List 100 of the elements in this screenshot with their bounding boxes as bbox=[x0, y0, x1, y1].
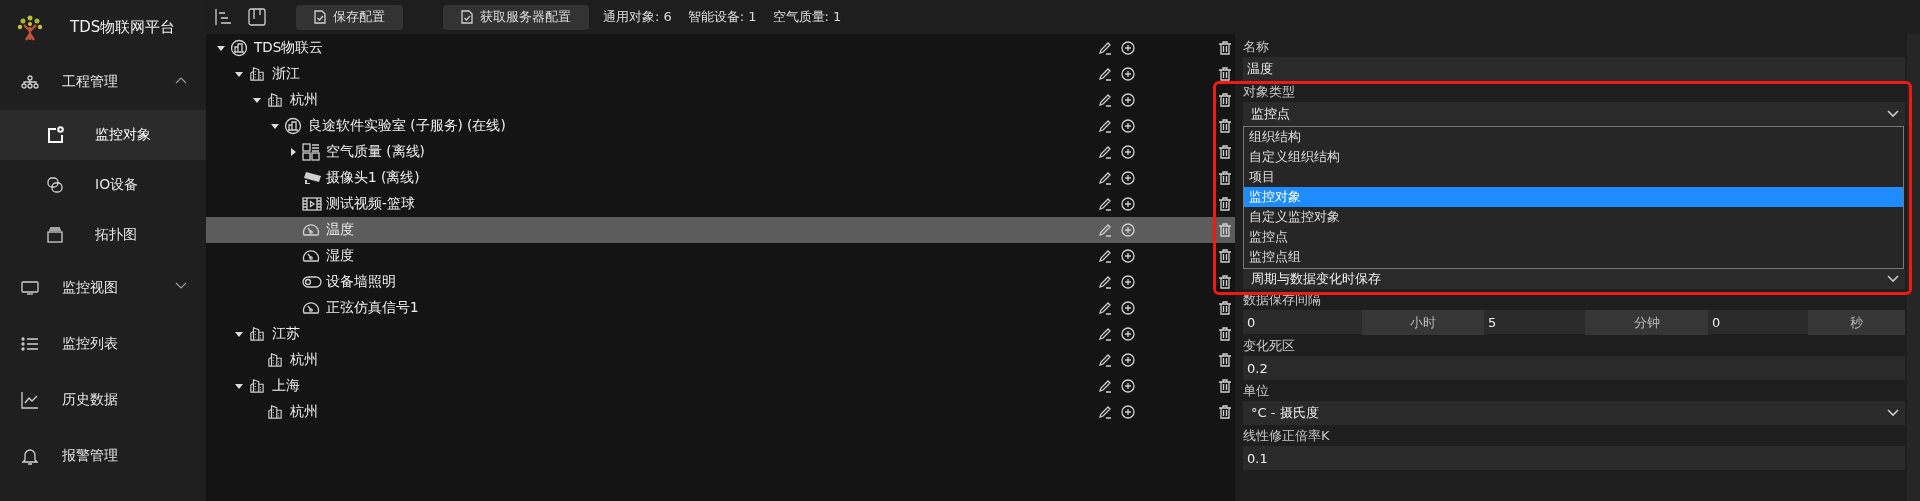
tree-row[interactable]: TDS物联云 bbox=[206, 35, 1235, 61]
pencil-icon bbox=[1098, 353, 1112, 367]
delete-button[interactable] bbox=[1218, 405, 1232, 419]
add-button[interactable] bbox=[1121, 301, 1135, 315]
tree-logo-icon bbox=[16, 13, 44, 41]
delete-button[interactable] bbox=[1218, 379, 1232, 393]
add-button[interactable] bbox=[1121, 353, 1135, 367]
dropdown-option[interactable]: 组织结构 bbox=[1244, 127, 1903, 147]
add-icon bbox=[1121, 223, 1135, 237]
tree-row[interactable]: 空气质量 (离线) bbox=[206, 139, 1235, 165]
edit-button[interactable] bbox=[1098, 249, 1112, 263]
tree-row[interactable]: 杭州 bbox=[206, 87, 1235, 113]
gauge-icon bbox=[302, 300, 320, 316]
sidebar-item[interactable]: 拓扑图 bbox=[0, 210, 206, 260]
delete-button[interactable] bbox=[1218, 353, 1232, 367]
edit-button[interactable] bbox=[1098, 275, 1112, 289]
delete-button[interactable] bbox=[1218, 327, 1232, 341]
node-label: 测试视频-篮球 bbox=[326, 195, 415, 211]
number-field[interactable]: 0 bbox=[1243, 310, 1362, 334]
node-label: TDS物联云 bbox=[254, 39, 324, 55]
delete-button[interactable] bbox=[1218, 275, 1232, 289]
add-button[interactable] bbox=[1121, 249, 1135, 263]
sidebar-item[interactable]: IO设备 bbox=[0, 160, 206, 210]
add-button[interactable] bbox=[1121, 275, 1135, 289]
add-icon bbox=[1121, 405, 1135, 419]
edit-button[interactable] bbox=[1098, 93, 1112, 107]
delete-button[interactable] bbox=[1218, 119, 1232, 133]
add-button[interactable] bbox=[1121, 145, 1135, 159]
add-button[interactable] bbox=[1121, 67, 1135, 81]
pencil-icon bbox=[1098, 275, 1112, 289]
number-field[interactable]: 5 bbox=[1484, 310, 1585, 334]
tree-row[interactable]: 浙江 bbox=[206, 61, 1235, 87]
dropdown-option[interactable]: 监控点组 bbox=[1244, 247, 1903, 267]
pencil-icon bbox=[1098, 223, 1112, 237]
tree-row[interactable]: 江苏 bbox=[206, 321, 1235, 347]
pencil-icon bbox=[1098, 301, 1112, 315]
sidebar-item[interactable]: 历史数据 bbox=[0, 372, 206, 428]
tree-row[interactable]: 测试视频-篮球 bbox=[206, 191, 1235, 217]
delete-button[interactable] bbox=[1218, 41, 1232, 55]
dropdown-option[interactable]: 监控点 bbox=[1244, 227, 1903, 247]
delete-button[interactable] bbox=[1218, 171, 1232, 185]
buildings-icon bbox=[266, 91, 284, 109]
tree-row[interactable]: 良途软件实验室 (子服务) (在线) bbox=[206, 113, 1235, 139]
delete-button[interactable] bbox=[1218, 145, 1232, 159]
dropdown-field[interactable]: 周期与数据变化时保存 bbox=[1243, 269, 1905, 289]
add-button[interactable] bbox=[1121, 41, 1135, 55]
sidebar-item[interactable]: 报警管理 bbox=[0, 428, 206, 484]
trash-icon bbox=[1218, 275, 1232, 289]
tree-row[interactable]: 湿度 bbox=[206, 243, 1235, 269]
edit-button[interactable] bbox=[1098, 145, 1112, 159]
edit-button[interactable] bbox=[1098, 301, 1112, 315]
edit-button[interactable] bbox=[1098, 353, 1112, 367]
edit-button[interactable] bbox=[1098, 405, 1112, 419]
sidebar-item[interactable]: 监控对象 bbox=[0, 110, 206, 160]
text-field[interactable]: 0.1 bbox=[1243, 446, 1905, 470]
sidebar-item[interactable]: 监控列表 bbox=[0, 316, 206, 372]
add-button[interactable] bbox=[1121, 327, 1135, 341]
number-field[interactable]: 0 bbox=[1708, 310, 1808, 334]
add-button[interactable] bbox=[1121, 93, 1135, 107]
tree-row[interactable]: 摄像头1 (离线) bbox=[206, 165, 1235, 191]
camera-icon bbox=[302, 169, 322, 187]
dropdown-field[interactable]: 监控点 bbox=[1243, 102, 1905, 126]
add-button[interactable] bbox=[1121, 197, 1135, 211]
sidebar-item[interactable]: 监控视图 bbox=[0, 260, 206, 316]
sidebar-item[interactable]: 工程管理 bbox=[0, 54, 206, 110]
buildings-icon bbox=[266, 403, 284, 421]
dropdown-option[interactable]: 自定义组织结构 bbox=[1244, 147, 1903, 167]
trash-icon bbox=[1218, 67, 1232, 81]
tree-row[interactable]: 正弦仿真信号1 bbox=[206, 295, 1235, 321]
edit-button[interactable] bbox=[1098, 67, 1112, 81]
delete-button[interactable] bbox=[1218, 93, 1232, 107]
add-icon bbox=[1121, 379, 1135, 393]
add-button[interactable] bbox=[1121, 171, 1135, 185]
dropdown-option[interactable]: 自定义监控对象 bbox=[1244, 207, 1903, 227]
tree-row[interactable]: 杭州 bbox=[206, 399, 1235, 425]
dropdown-field[interactable]: °C - 摄氏度 bbox=[1243, 401, 1905, 425]
add-button[interactable] bbox=[1121, 379, 1135, 393]
add-button[interactable] bbox=[1121, 405, 1135, 419]
edit-button[interactable] bbox=[1098, 119, 1112, 133]
text-field[interactable]: 温度 bbox=[1243, 57, 1905, 81]
dropdown-option[interactable]: 项目 bbox=[1244, 167, 1903, 187]
tree-row[interactable]: 设备墙照明 bbox=[206, 269, 1235, 295]
toolbar-button[interactable]: 保存配置 bbox=[296, 4, 403, 30]
trash-icon bbox=[1218, 119, 1232, 133]
toolbar-button[interactable]: 获取服务器配置 bbox=[443, 4, 589, 30]
edit-button[interactable] bbox=[1098, 327, 1112, 341]
edit-button[interactable] bbox=[1098, 41, 1112, 55]
line-chart-icon bbox=[21, 391, 39, 409]
edit-button[interactable] bbox=[1098, 379, 1112, 393]
delete-button[interactable] bbox=[1218, 301, 1232, 315]
edit-button[interactable] bbox=[1098, 171, 1112, 185]
text-field[interactable]: 0.2 bbox=[1243, 356, 1905, 380]
delete-button[interactable] bbox=[1218, 197, 1232, 211]
tree-row[interactable]: 上海 bbox=[206, 373, 1235, 399]
delete-button[interactable] bbox=[1218, 249, 1232, 263]
add-button[interactable] bbox=[1121, 119, 1135, 133]
tree-row[interactable]: 杭州 bbox=[206, 347, 1235, 373]
delete-button[interactable] bbox=[1218, 67, 1232, 81]
node-label: 杭州 bbox=[290, 403, 318, 419]
edit-button[interactable] bbox=[1098, 197, 1112, 211]
